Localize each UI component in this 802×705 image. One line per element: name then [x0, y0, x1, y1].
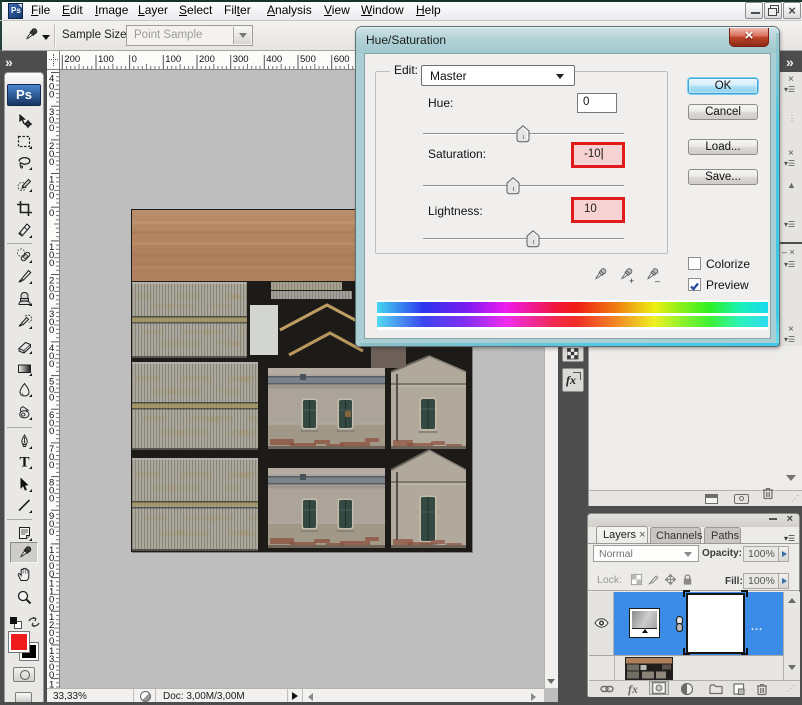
svg-text:0: 0 [49, 460, 54, 471]
svg-text:0: 0 [49, 325, 54, 336]
svg-text:1: 1 [49, 680, 54, 688]
svg-text:300: 300 [233, 54, 249, 65]
svg-text:fx: fx [628, 682, 638, 696]
svg-text:200: 200 [64, 54, 80, 65]
svg-text:0: 0 [49, 123, 54, 134]
svg-text:100: 100 [165, 54, 181, 65]
svg-text:0: 0 [49, 191, 54, 202]
svg-text:0: 0 [49, 292, 54, 303]
svg-text:0: 0 [132, 54, 137, 65]
svg-text:0: 0 [49, 426, 54, 437]
svg-text:0: 0 [49, 90, 54, 101]
svg-text:200: 200 [199, 54, 215, 65]
svg-text:0: 0 [49, 208, 54, 219]
svg-text:400: 400 [266, 54, 282, 65]
svg-text:0: 0 [49, 494, 54, 505]
svg-text:0: 0 [49, 258, 54, 269]
svg-text:600: 600 [334, 54, 350, 65]
svg-text:500: 500 [300, 54, 316, 65]
svg-text:0: 0 [49, 359, 54, 370]
svg-text:0: 0 [49, 527, 54, 538]
svg-text:0: 0 [49, 157, 54, 168]
svg-text:100: 100 [98, 54, 114, 65]
svg-text:T: T [19, 454, 29, 470]
svg-text:0: 0 [49, 393, 54, 404]
